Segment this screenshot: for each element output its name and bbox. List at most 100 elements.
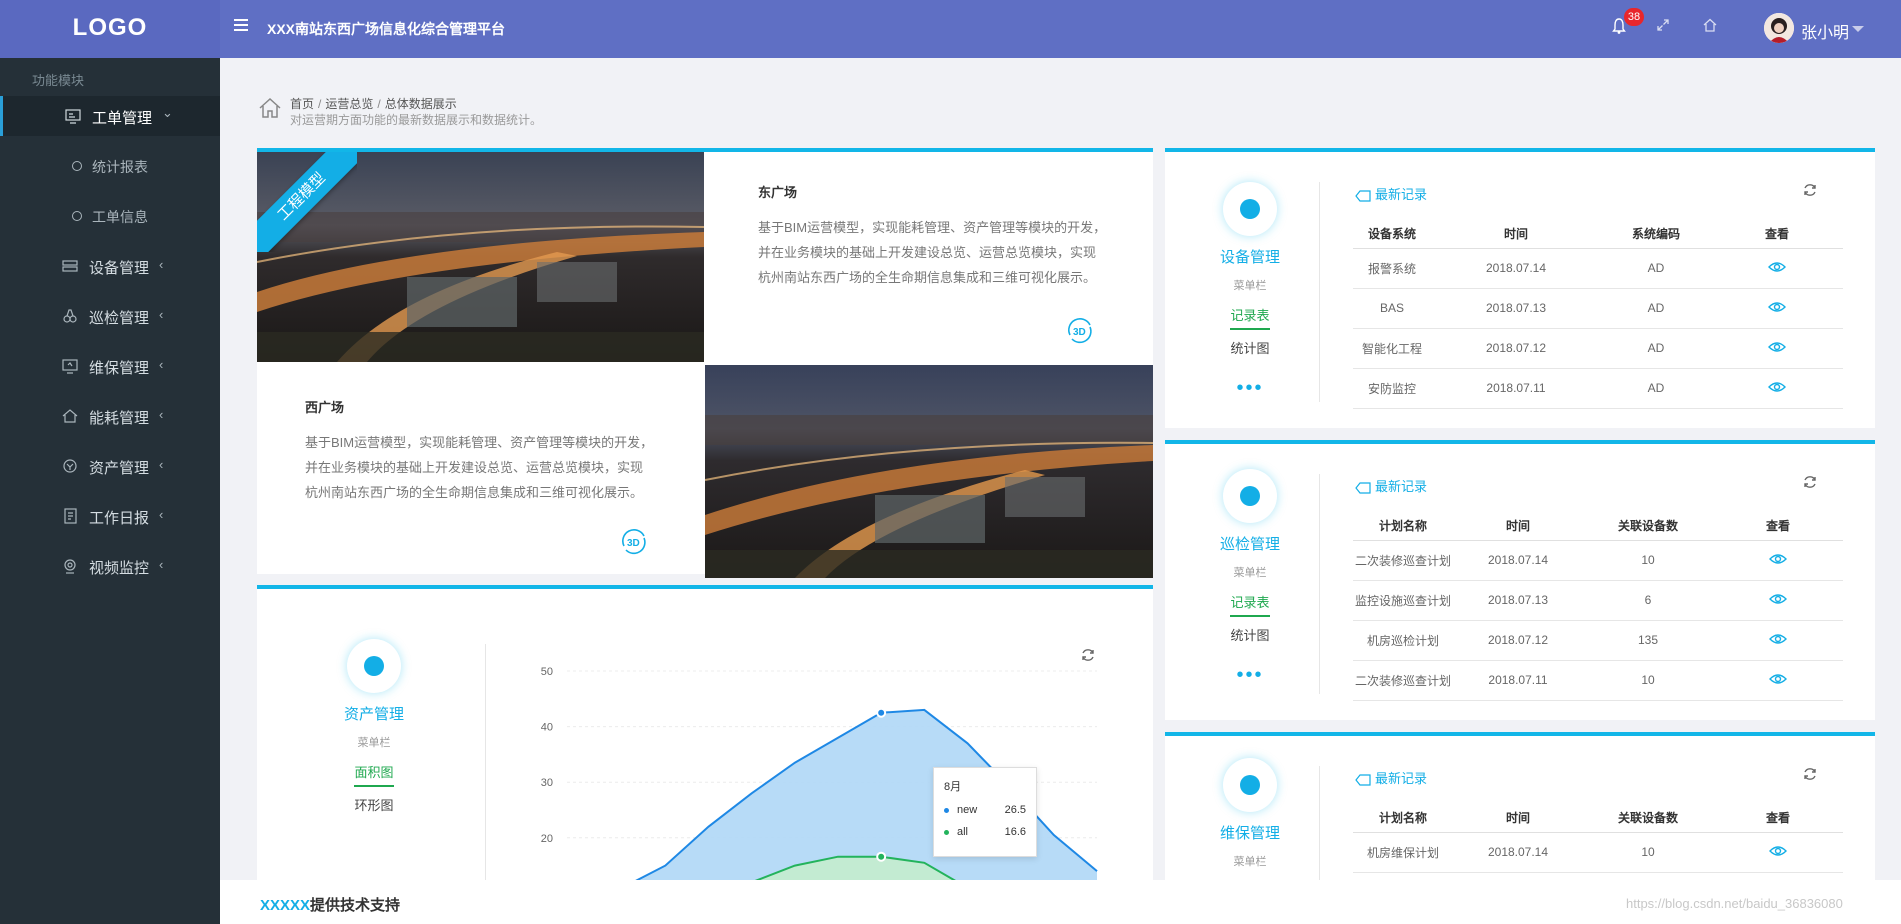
eye-icon[interactable] <box>1769 845 1787 857</box>
eye-icon[interactable] <box>1768 381 1786 393</box>
avatar[interactable] <box>1764 13 1794 43</box>
app-title: XXX南站东西广场信息化综合管理平台 <box>267 21 506 37</box>
monitor-icon <box>62 359 78 374</box>
sidebar-section-label: 功能模块 <box>32 73 85 88</box>
sidebar-item-video[interactable]: 视频监控 ‹ <box>0 546 220 586</box>
tab-record-table[interactable]: 记录表 <box>1230 305 1270 330</box>
maintenance-module-column: 维保管理 菜单栏 <box>1185 758 1315 869</box>
sidebar-subitem-stats[interactable]: 统计报表 <box>0 146 220 186</box>
sidebar-item-label: 视频监控 <box>89 560 150 577</box>
chart-tooltip: 8月 new 26.5 all 16.6 <box>933 767 1037 857</box>
3d-badge-west: 3D <box>627 538 640 549</box>
eye-icon[interactable] <box>1768 301 1786 313</box>
sidebar-item-energy[interactable]: 能耗管理 ‹ <box>0 396 220 436</box>
inspection-panel: 巡检管理 菜单栏 记录表 统计图 ••• 最新记录 计划名称 时间 关联设备数 … <box>1165 440 1875 720</box>
cell-count: 10 <box>1583 660 1713 701</box>
eye-icon[interactable] <box>1769 633 1787 645</box>
more-icon[interactable]: ••• <box>1185 664 1315 687</box>
asset-module-column: 资产管理 菜单栏 面积图 环形图 <box>309 639 439 814</box>
sidebar-item-workorder[interactable]: 工单管理 ⌄ <box>0 96 220 136</box>
tab-donut-chart[interactable]: 环形图 <box>309 795 439 814</box>
eye-icon[interactable] <box>1769 673 1787 685</box>
footer-brand[interactable]: XXXXX <box>260 897 310 914</box>
tab-record-table[interactable]: 记录表 <box>1230 592 1270 617</box>
east-plaza-info: 东广场 基于BIM运营模型，实现能耗管理、资产管理等模块的开发，并在业务模块的基… <box>758 182 1108 290</box>
refresh-icon[interactable] <box>1802 766 1818 782</box>
table-row: 智能化工程 2018.07.12 AD <box>1353 328 1843 369</box>
watermark: https://blog.csdn.net/baidu_36836080 <box>1626 896 1843 911</box>
cell-plan: 机房巡检计划 <box>1353 620 1453 661</box>
column-header: 计划名称 <box>1353 512 1453 541</box>
cell-plan: 机房维保计划 <box>1353 832 1453 873</box>
chevron-left-icon: ‹ <box>159 507 164 522</box>
tag-icon <box>1355 481 1371 494</box>
column-header: 计划名称 <box>1353 804 1453 833</box>
breadcrumb-home[interactable]: 首页 <box>290 97 314 111</box>
sidebar-item-maintenance[interactable]: 维保管理 ‹ <box>0 346 220 386</box>
ribbon-label: 工程模型 <box>257 152 357 252</box>
device-module-icon[interactable] <box>1223 182 1277 236</box>
device-module-title[interactable]: 设备管理 <box>1185 246 1315 267</box>
asset-module-icon[interactable] <box>347 639 401 693</box>
latest-records-label[interactable]: 最新记录 <box>1355 184 1427 203</box>
column-header: 时间 <box>1453 804 1583 833</box>
cell-plan: 二次装修巡查计划 <box>1353 660 1453 701</box>
cell-date: 2018.07.11 <box>1453 660 1583 701</box>
sidebar-subitem-workorder-info[interactable]: 工单信息 <box>0 196 220 236</box>
asset-chart-card: 资产管理 菜单栏 面积图 环形图 1020304050 8月 new26.5 a… <box>257 585 1153 884</box>
tab-area-chart[interactable]: 面积图 <box>354 762 394 787</box>
sidebar-item-label: 维保管理 <box>89 360 150 377</box>
device-module-sub: 菜单栏 <box>1233 280 1267 292</box>
sidebar-item-asset[interactable]: 资产管理 ‹ <box>0 446 220 486</box>
eye-icon[interactable] <box>1769 593 1787 605</box>
maintenance-module-title[interactable]: 维保管理 <box>1185 822 1315 843</box>
table-row: 安防监控 2018.07.11 AD <box>1353 368 1843 409</box>
eye-icon[interactable] <box>1769 553 1787 565</box>
inspection-module-title[interactable]: 巡检管理 <box>1185 533 1315 554</box>
latest-records-label[interactable]: 最新记录 <box>1355 476 1427 495</box>
home-icon[interactable] <box>1702 17 1718 33</box>
fullscreen-icon[interactable] <box>1656 18 1670 32</box>
maintenance-records-table: 计划名称 时间 关联设备数 查看 机房维保计划 2018.07.14 10 <box>1353 804 1843 873</box>
chevron-down-icon[interactable] <box>1852 26 1864 32</box>
asset-module-sub: 菜单栏 <box>357 737 391 749</box>
y-tick-label: 30 <box>541 777 553 789</box>
cell-date: 2018.07.13 <box>1431 288 1601 329</box>
column-header: 查看 <box>1713 804 1843 833</box>
cell-count: 10 <box>1583 540 1713 581</box>
maintenance-module-icon[interactable] <box>1223 758 1277 812</box>
menu-toggle-icon[interactable] <box>234 19 248 33</box>
inspection-module-icon[interactable] <box>1223 469 1277 523</box>
tab-stat-chart[interactable]: 统计图 <box>1185 625 1315 644</box>
latest-records-label[interactable]: 最新记录 <box>1355 768 1427 787</box>
breadcrumb-overview[interactable]: 运营总览 <box>325 97 373 111</box>
workorder-icon <box>65 109 81 124</box>
cell-date: 2018.07.13 <box>1453 580 1583 621</box>
3d-icon[interactable]: 3D <box>1064 315 1096 347</box>
asset-module-title[interactable]: 资产管理 <box>309 703 439 724</box>
west-plaza-title: 西广场 <box>305 400 345 415</box>
view-cell <box>1713 620 1843 661</box>
sidebar-item-device[interactable]: 设备管理 ‹ <box>0 246 220 286</box>
sidebar-item-daily-report[interactable]: 工作日报 ‹ <box>0 496 220 536</box>
west-plaza-photo[interactable] <box>705 365 1153 578</box>
sidebar-item-inspection[interactable]: 巡检管理 ‹ <box>0 296 220 336</box>
table-row: 二次装修巡查计划 2018.07.14 10 <box>1353 540 1843 581</box>
view-cell <box>1713 660 1843 701</box>
refresh-icon[interactable] <box>1802 182 1818 198</box>
cell-plan: 二次装修巡查计划 <box>1353 540 1453 581</box>
asset-icon <box>63 459 77 473</box>
3d-icon[interactable]: 3D <box>618 526 650 558</box>
tab-stat-chart[interactable]: 统计图 <box>1185 338 1315 357</box>
more-icon[interactable]: ••• <box>1185 377 1315 400</box>
refresh-icon[interactable] <box>1802 474 1818 490</box>
username[interactable]: 张小明 <box>1801 19 1849 43</box>
logo[interactable]: LOGO <box>0 0 220 58</box>
cell-code: AD <box>1601 328 1711 369</box>
eye-icon[interactable] <box>1768 261 1786 273</box>
cell-date: 2018.07.12 <box>1453 620 1583 661</box>
eye-icon[interactable] <box>1768 341 1786 353</box>
breadcrumb-current: 总体数据展示 <box>384 97 457 111</box>
home-icon[interactable] <box>258 96 282 120</box>
inspection-module-column: 巡检管理 菜单栏 记录表 统计图 ••• <box>1185 469 1315 687</box>
